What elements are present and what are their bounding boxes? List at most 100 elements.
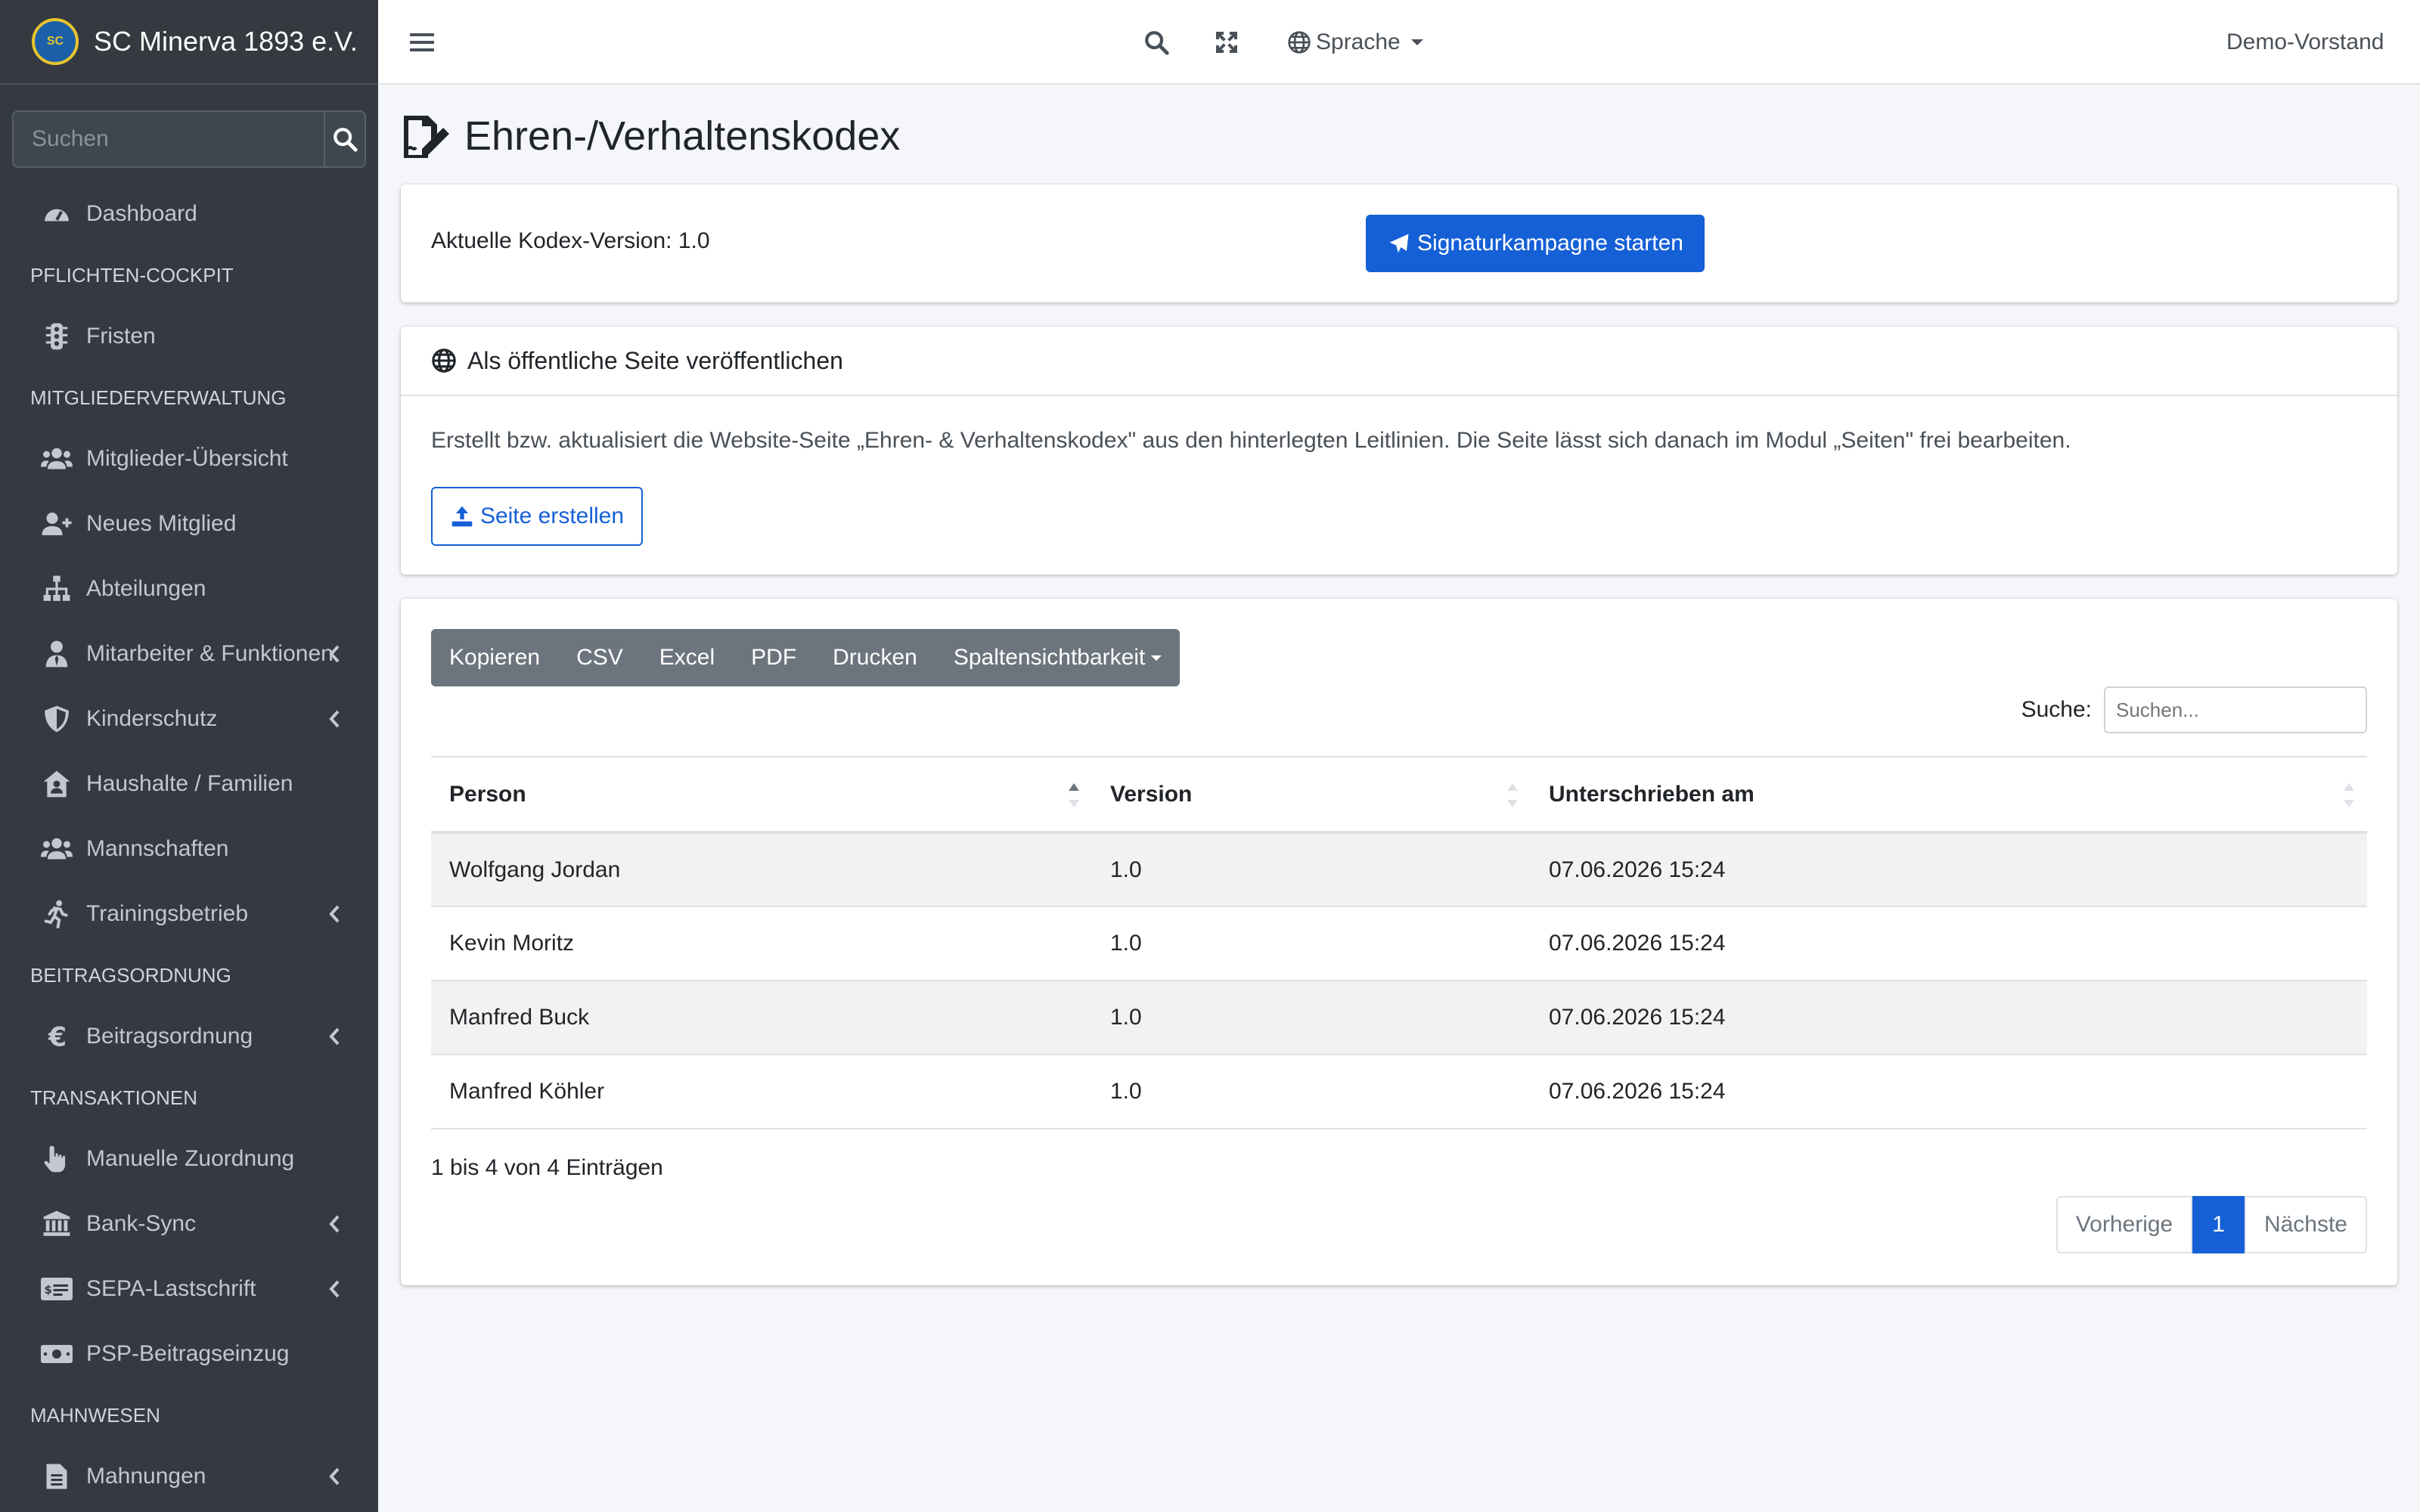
- column-header-person-label: Person: [449, 781, 526, 807]
- pagination: Vorherige 1 Nächste: [2055, 1196, 2367, 1253]
- sidebar-item-manuelle-zuordnung[interactable]: Manuelle Zuordnung: [0, 1126, 378, 1191]
- user-tie-icon: [41, 638, 73, 670]
- table-row: Manfred Buck 1.0 07.06.2026 15:24: [431, 981, 2367, 1055]
- sort-icon: [2344, 783, 2354, 807]
- signatures-table: Person Version Unterschrieben am Wolfgan…: [431, 756, 2367, 1129]
- table-row: Manfred Köhler 1.0 07.06.2026 15:24: [431, 1055, 2367, 1129]
- money-check-icon: $: [41, 1273, 73, 1305]
- sidebar-item-label: Manuelle Zuordnung: [86, 1146, 295, 1171]
- shield-icon: [41, 703, 73, 735]
- paper-plane-icon: [1389, 234, 1409, 253]
- sidebar-item-haushalte-familien[interactable]: Haushalte / Familien: [0, 751, 378, 816]
- chevron-left-icon: [328, 708, 340, 730]
- pagination-page[interactable]: 1: [2192, 1196, 2245, 1253]
- table-search-input[interactable]: [2104, 686, 2367, 733]
- chevron-left-icon: [328, 643, 340, 665]
- sidebar-item-mitarbeiter-funktionen[interactable]: Mitarbeiter & Funktionen: [0, 621, 378, 686]
- house-user-icon: [41, 768, 73, 800]
- language-label: Sprache: [1316, 29, 1401, 54]
- users-icon: [41, 833, 73, 865]
- bank-icon: [41, 1208, 73, 1240]
- fullscreen-button[interactable]: [1215, 0, 1239, 85]
- sidebar-search-button[interactable]: [324, 110, 366, 168]
- create-page-button[interactable]: Seite erstellen: [431, 487, 643, 546]
- column-header-version[interactable]: Version: [1092, 756, 1531, 834]
- sidebar-item-dashboard[interactable]: Dashboard: [0, 181, 378, 246]
- column-visibility-label: Spaltensichtbarkeit: [953, 645, 1146, 670]
- sidebar-item-label: Neues Mitglied: [86, 511, 237, 536]
- globe-icon: [1288, 31, 1311, 54]
- sidebar-nav: Dashboard PFLICHTEN-COCKPIT Fristen MITGLIE…: [0, 181, 378, 1509]
- upload-icon: [451, 506, 473, 527]
- sidebar-item-sepa-lastschrift[interactable]: $ SEPA-Lastschrift: [0, 1256, 378, 1321]
- column-header-signed-at[interactable]: Unterschrieben am: [1531, 756, 2367, 834]
- topbar-search-button[interactable]: [1143, 0, 1169, 85]
- sidebar-item-mannschaften[interactable]: Mannschaften: [0, 816, 378, 881]
- language-dropdown[interactable]: Sprache: [1287, 0, 1423, 85]
- sidebar-item-mitglieder-übersicht[interactable]: Mitglieder-Übersicht: [0, 426, 378, 491]
- search-icon: [1145, 31, 1169, 55]
- table-row: Wolfgang Jordan 1.0 07.06.2026 15:24: [431, 832, 2367, 907]
- caret-down-icon: [1151, 655, 1162, 661]
- column-header-signed-at-label: Unterschrieben am: [1549, 781, 1754, 807]
- signatures-table-card: Kopieren CSV Excel PDF Drucken Spaltensi…: [401, 599, 2397, 1285]
- topbar: Sprache Demo-Vorstand: [378, 0, 2420, 85]
- publish-card-description: Erstellt bzw. aktualisiert die Website-S…: [431, 428, 2071, 453]
- sidebar-item-mahnungen[interactable]: Mahnungen: [0, 1444, 378, 1509]
- sidebar-item-label: PSP-Beitragseinzug: [86, 1341, 290, 1366]
- sidebar-item-label: Fristen: [86, 324, 156, 349]
- csv-button[interactable]: CSV: [558, 629, 641, 686]
- column-header-person[interactable]: Person: [431, 756, 1092, 834]
- sidebar-item-bank-sync[interactable]: Bank-Sync: [0, 1191, 378, 1256]
- money-bill-icon: [41, 1338, 73, 1370]
- print-button[interactable]: Drucken: [814, 629, 935, 686]
- export-button-group: Kopieren CSV Excel PDF Drucken Spaltensi…: [431, 629, 1181, 686]
- sidebar-item-abteilungen[interactable]: Abteilungen: [0, 556, 378, 621]
- user-plus-icon: [41, 508, 73, 540]
- menu-toggle-button[interactable]: [410, 0, 434, 85]
- traffic-light-icon: [41, 321, 73, 352]
- kodex-version-text: Aktuelle Kodex-Version: 1.0: [431, 228, 710, 253]
- sidebar-item-kinderschutz[interactable]: Kinderschutz: [0, 686, 378, 751]
- sidebar-item-beitragsordnung[interactable]: € Beitragsordnung: [0, 1004, 378, 1069]
- pagination-next[interactable]: Nächste: [2244, 1196, 2367, 1253]
- excel-button[interactable]: Excel: [641, 629, 733, 686]
- caret-down-icon: [1410, 39, 1423, 45]
- page-header: Ehren-/Verhaltenskodex: [401, 106, 2397, 166]
- svg-text:€: €: [48, 1023, 67, 1051]
- table-search-label: Suche:: [2021, 697, 2092, 722]
- hand-pointer-icon: [41, 1143, 73, 1175]
- nav-header: MITGLIEDERVERWALTUNG: [30, 386, 287, 409]
- sidebar-item-neues-mitglied[interactable]: Neues Mitglied: [0, 491, 378, 556]
- column-header-version-label: Version: [1110, 781, 1193, 807]
- pdf-button[interactable]: PDF: [733, 629, 814, 686]
- copy-button[interactable]: Kopieren: [431, 629, 558, 686]
- brand-link[interactable]: SC SC Minerva 1893 e.V.: [0, 0, 378, 85]
- brand-name: SC Minerva 1893 e.V.: [94, 26, 358, 57]
- sidebar-search-input[interactable]: [12, 110, 324, 168]
- start-signature-campaign-button[interactable]: Signaturkampagne starten: [1366, 215, 1705, 272]
- pagination-previous[interactable]: Vorherige: [2055, 1196, 2193, 1253]
- cell-signed-at: 07.06.2026 15:24: [1531, 832, 2367, 907]
- running-icon: [41, 898, 73, 930]
- hamburger-icon: [410, 33, 434, 51]
- sidebar-item-psp-beitragseinzug[interactable]: PSP-Beitragseinzug: [0, 1321, 378, 1387]
- sidebar-item-label: Beitragsordnung: [86, 1024, 253, 1049]
- sidebar-item-label: Abteilungen: [86, 576, 206, 601]
- sidebar-item-label: Bank-Sync: [86, 1211, 197, 1236]
- sidebar-item-fristen[interactable]: Fristen: [0, 304, 378, 369]
- publish-card-header: Als öffentliche Seite veröffentlichen: [401, 327, 2397, 396]
- sidebar-item-trainingsbetrieb[interactable]: Trainingsbetrieb: [0, 881, 378, 947]
- nav-header: PFLICHTEN-COCKPIT: [30, 263, 234, 287]
- table-header-row: Person Version Unterschrieben am: [431, 756, 2367, 834]
- sidebar-item-label: Mahnungen: [86, 1464, 206, 1489]
- column-visibility-button[interactable]: Spaltensichtbarkeit: [935, 629, 1180, 686]
- chevron-left-icon: [328, 903, 340, 925]
- tachometer-icon: [41, 198, 73, 230]
- file-icon: [41, 1461, 73, 1492]
- user-menu[interactable]: Demo-Vorstand: [2226, 0, 2384, 85]
- cell-version: 1.0: [1092, 906, 1531, 981]
- sidebar-item-label: Kinderschutz: [86, 706, 218, 731]
- nav-header: TRANSAKTIONEN: [30, 1086, 198, 1109]
- sort-icon: [1507, 783, 1518, 807]
